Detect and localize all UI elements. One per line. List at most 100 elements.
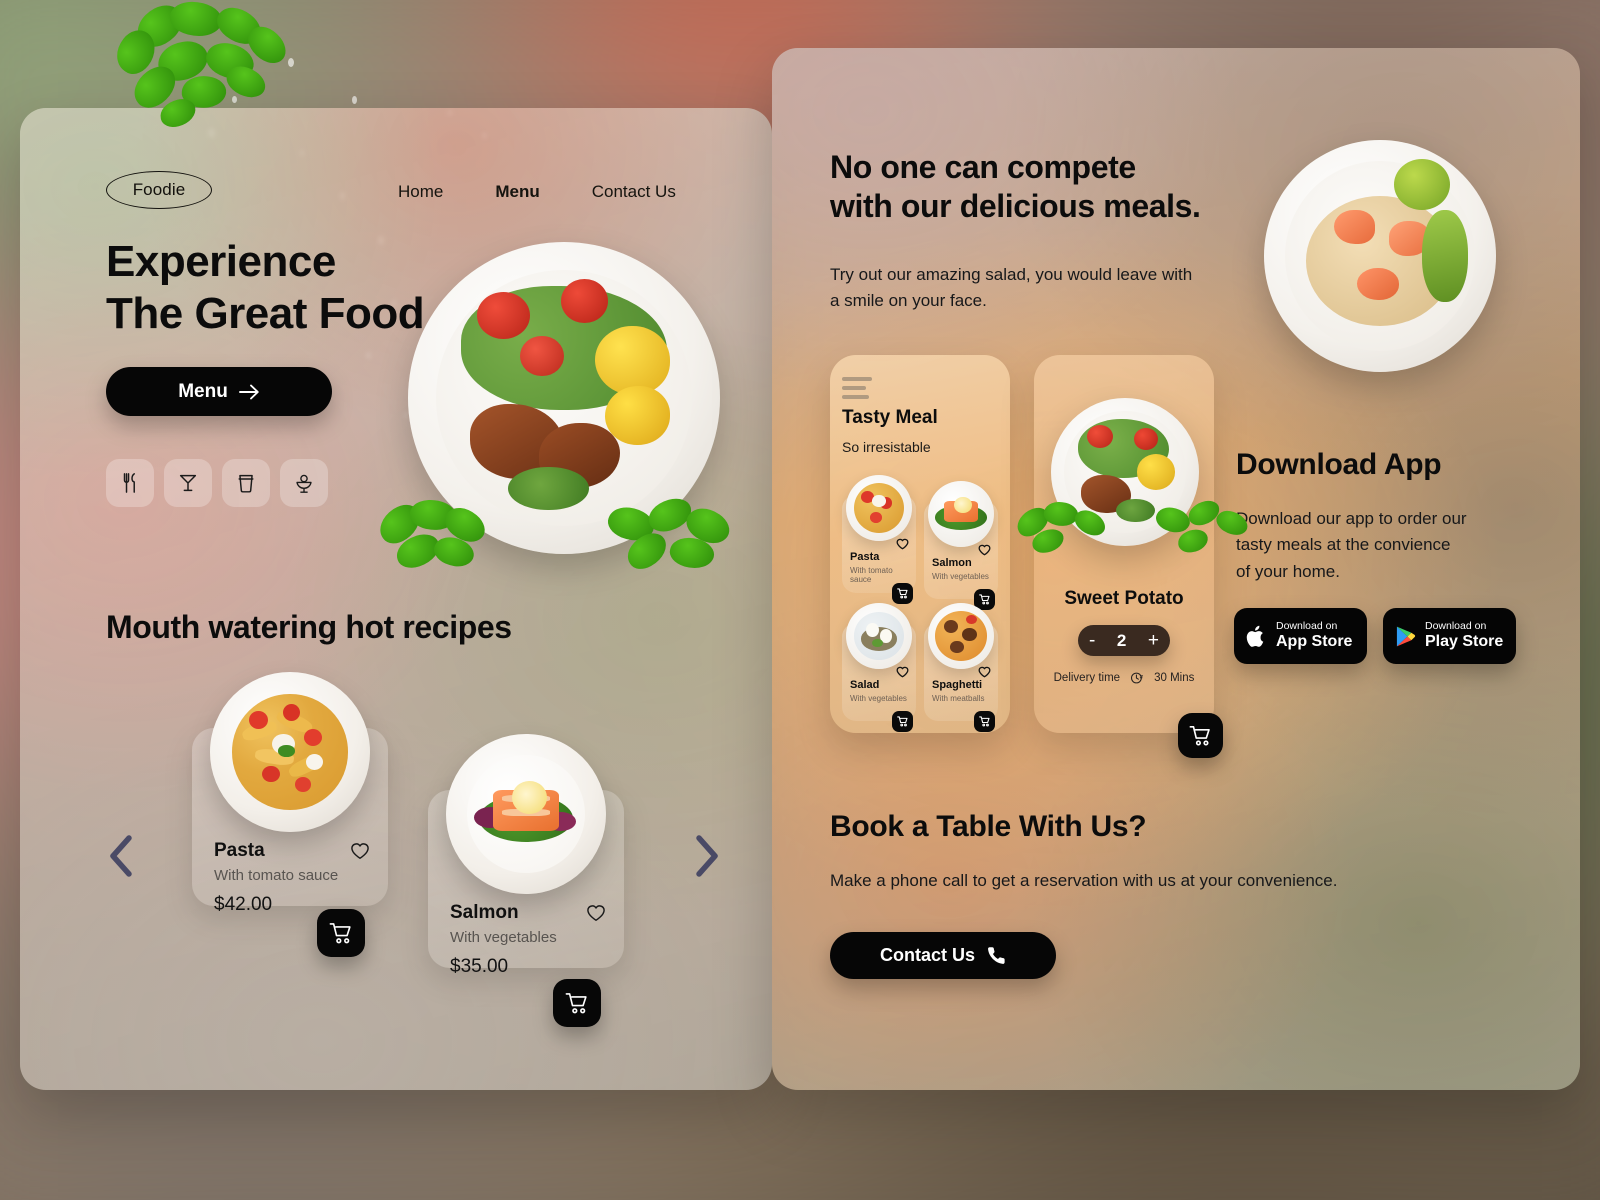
app-meal-card-spaghetti[interactable]: Spaghetti With meatballs <box>924 603 998 732</box>
hero-menu-button[interactable]: Menu <box>106 367 332 416</box>
app-meal-card-pasta[interactable]: Pasta With tomato sauce <box>842 475 916 604</box>
app-meal-favorite-button[interactable] <box>896 537 909 555</box>
app-meal-favorite-button[interactable] <box>896 665 909 683</box>
phone-icon <box>988 947 1005 964</box>
app-preview-phone: Tasty Meal So irresistable Pasta With to… <box>830 355 1010 733</box>
delivery-time-value: 30 Mins <box>1154 672 1195 684</box>
coffee-cup-icon <box>238 474 254 493</box>
download-title: Download App <box>1236 448 1442 481</box>
quantity-stepper: - 2 + <box>1078 625 1170 656</box>
food-salmon <box>466 754 586 874</box>
category-chip-drinks[interactable] <box>164 459 212 507</box>
heart-icon <box>978 666 991 678</box>
cart-icon <box>1189 725 1210 746</box>
food-tomato <box>476 291 530 339</box>
app-meal-name: Pasta <box>850 551 880 563</box>
app-meal-add-to-cart-button[interactable] <box>892 583 913 604</box>
meal-detail-name: Sweet Potato <box>1064 588 1184 609</box>
cart-icon <box>896 588 908 599</box>
page-root: Foodie Home Menu Contact Us Experience T… <box>0 0 1600 1200</box>
app-meal-favorite-button[interactable] <box>978 543 991 561</box>
quantity-decrement-button[interactable]: - <box>1089 631 1095 650</box>
category-chip-coffee[interactable] <box>222 459 270 507</box>
download-body-line-2: tasty meals at the convience <box>1236 535 1451 555</box>
hamburger-menu-icon[interactable] <box>842 377 872 399</box>
food-potato <box>595 326 671 395</box>
app-meal-name: Spaghetti <box>932 679 983 691</box>
cart-icon <box>329 922 351 943</box>
app-meal-plate <box>846 475 912 541</box>
app-meal-name: Salmon <box>932 557 972 569</box>
food-potato <box>604 385 671 445</box>
category-chip-dessert[interactable] <box>280 459 328 507</box>
play-store-button[interactable]: Download on Play Store <box>1383 608 1516 664</box>
recipe-price: $42.00 <box>214 894 273 915</box>
chevron-left-icon <box>110 835 132 877</box>
app-meal-card-salmon[interactable]: Salmon With vegetables <box>924 481 998 610</box>
meal-detail-plate <box>1051 398 1199 546</box>
app-meal-description: With meatballs <box>932 694 985 703</box>
recipe-favorite-button[interactable] <box>350 842 370 865</box>
google-play-icon <box>1396 626 1416 646</box>
recipe-plate-salmon <box>446 734 606 894</box>
carousel-next-button[interactable] <box>690 832 724 885</box>
nav-item-home[interactable]: Home <box>398 182 443 202</box>
heart-icon <box>896 666 909 678</box>
food-shrimp <box>1356 267 1399 301</box>
food-pasta <box>232 694 348 810</box>
brand-logo[interactable]: Foodie <box>106 171 212 209</box>
promo-title: No one can compete with our delicious me… <box>830 148 1270 226</box>
app-meal-description: With tomato sauce <box>850 566 893 584</box>
recipe-price: $35.00 <box>450 956 509 977</box>
heart-icon <box>896 538 909 550</box>
floating-cart-button[interactable] <box>1178 713 1223 758</box>
recipe-description: With tomato sauce <box>214 867 339 884</box>
category-chip-cutlery[interactable] <box>106 459 154 507</box>
food-tomato <box>1133 427 1158 450</box>
app-preview-title: Tasty Meal <box>842 407 938 428</box>
food-herb <box>1116 498 1155 523</box>
food-scallion <box>1421 209 1469 303</box>
app-meal-add-to-cart-button[interactable] <box>892 711 913 732</box>
download-body-line-1: Download our app to order our <box>1236 509 1467 528</box>
heart-icon <box>351 843 369 859</box>
recipe-description: With vegetables <box>450 929 557 946</box>
recipe-name: Pasta <box>214 840 265 861</box>
carousel-prev-button[interactable] <box>104 832 138 885</box>
booking-body: Make a phone call to get a reservation w… <box>830 871 1338 890</box>
play-store-large-label: Play Store <box>1425 632 1504 650</box>
download-body: Download our app to order our tasty meal… <box>1236 506 1522 585</box>
contact-us-button[interactable]: Contact Us <box>830 932 1056 979</box>
app-meal-description: With vegetables <box>850 694 907 703</box>
heart-icon <box>978 544 991 556</box>
category-filter-row <box>106 459 328 507</box>
app-meal-description: With vegetables <box>932 572 989 581</box>
recipe-favorite-button[interactable] <box>586 904 606 927</box>
booking-title: Book a Table With Us? <box>830 810 1147 843</box>
quantity-increment-button[interactable]: + <box>1148 631 1159 650</box>
app-store-button[interactable]: Download on App Store <box>1234 608 1367 664</box>
nav-item-menu[interactable]: Menu <box>495 182 539 202</box>
dessert-icon <box>296 474 312 493</box>
recipe-add-to-cart-button[interactable] <box>317 909 365 957</box>
food-tomato <box>560 279 608 324</box>
recipe-add-to-cart-button[interactable] <box>553 979 601 1027</box>
promo-food-plate <box>1264 140 1496 372</box>
nav-item-contact-us[interactable]: Contact Us <box>592 182 676 202</box>
promo-body-line-2: a smile on your face. <box>830 291 987 311</box>
hero-food-plate <box>408 242 720 554</box>
app-store-small-label: Download on <box>1276 620 1338 633</box>
cutlery-icon <box>123 473 135 493</box>
app-meal-add-to-cart-button[interactable] <box>974 711 995 732</box>
hero-menu-label: Menu <box>178 380 228 402</box>
delivery-time-label: Delivery time <box>1053 672 1121 684</box>
delivery-time-row: Delivery time 30 Mins <box>1034 671 1214 685</box>
download-body-line-3: of your home. <box>1236 561 1340 581</box>
promo-body: Try out our amazing salad, you would lea… <box>830 262 1260 315</box>
promo-title-line-1: No one can compete <box>830 149 1136 185</box>
brand-logo-label: Foodie <box>132 180 186 199</box>
app-meal-plate <box>846 603 912 669</box>
food-herb <box>507 466 589 511</box>
app-meal-card-salad[interactable]: Salad With vegetables <box>842 603 916 732</box>
quantity-value: 2 <box>1116 630 1127 650</box>
